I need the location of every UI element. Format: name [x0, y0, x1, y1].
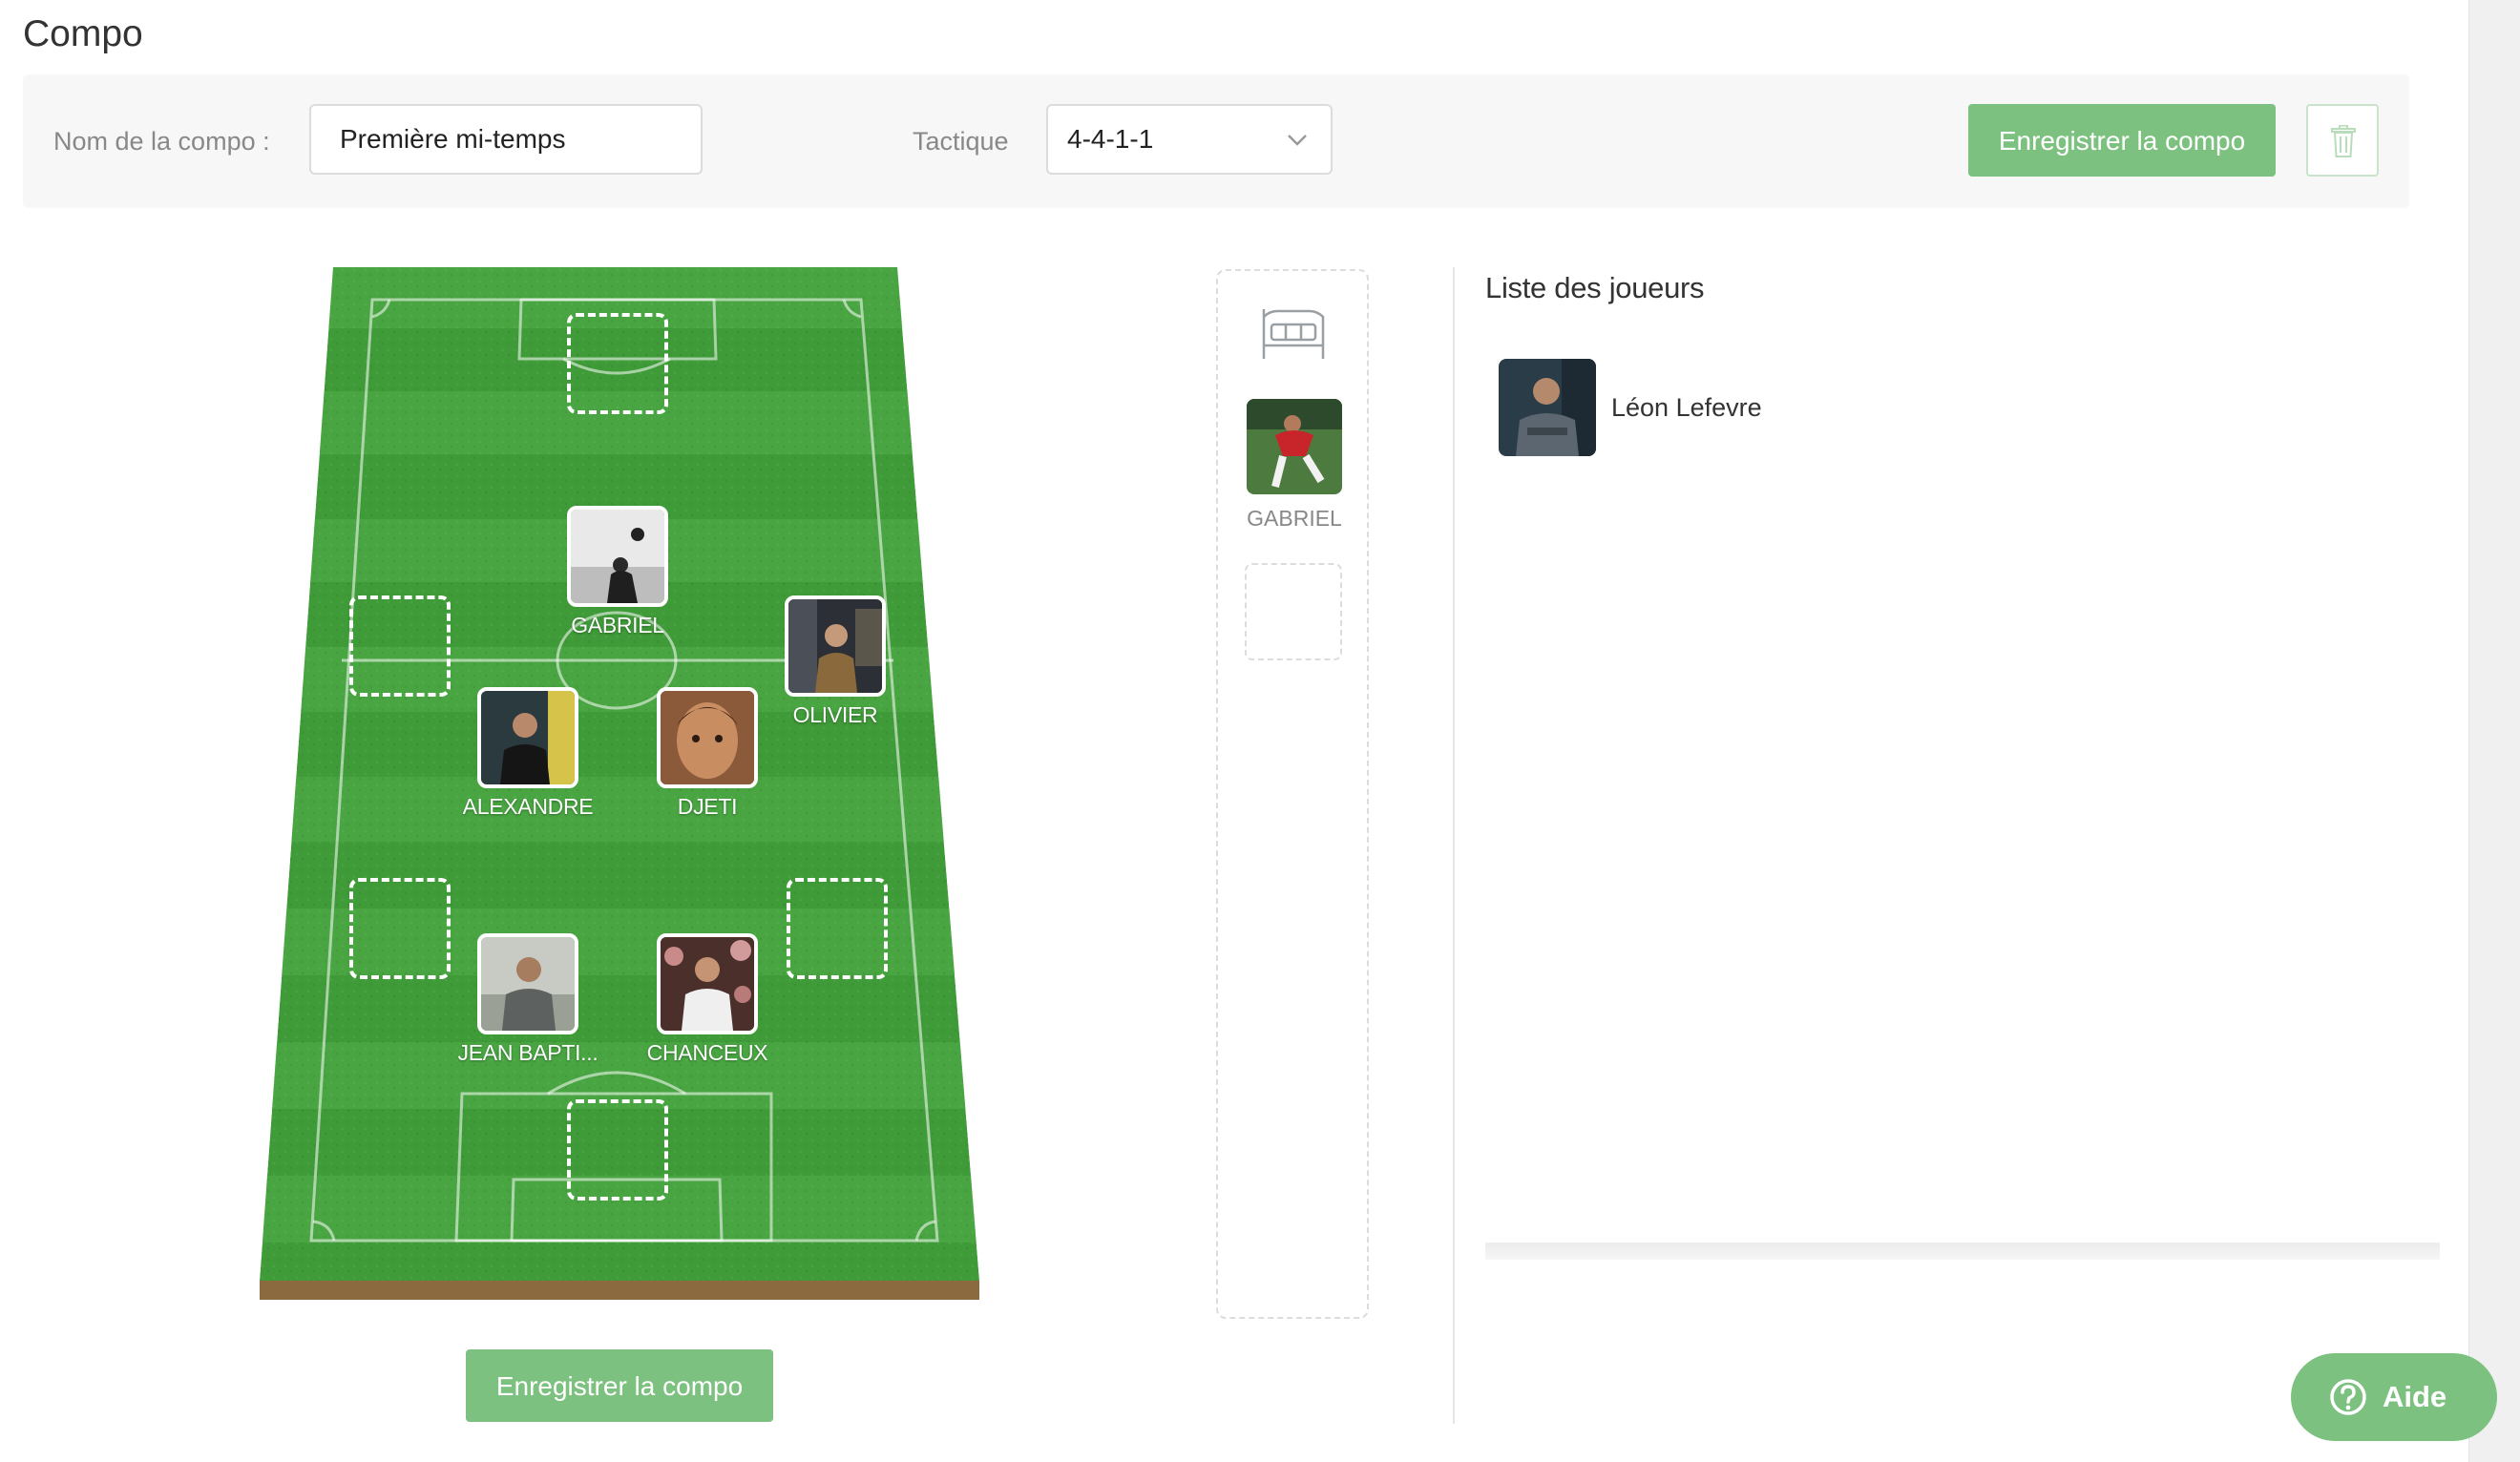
column-divider: [1453, 267, 1455, 1424]
save-composition-bottom-button[interactable]: Enregistrer la compo: [466, 1349, 773, 1422]
pitch-player-left-center-back[interactable]: JEAN BAPTI...: [437, 933, 619, 1066]
chevron-down-icon: [1288, 135, 1307, 146]
player-name: JEAN BAPTI...: [457, 1040, 598, 1065]
bed-icon: [1262, 309, 1325, 359]
player-photo: [785, 595, 886, 697]
page-scrollbar[interactable]: [2468, 0, 2520, 1462]
empty-slot-goalkeeper[interactable]: [567, 1099, 668, 1201]
player-list-scrollbar[interactable]: [1485, 1243, 2440, 1260]
tactic-label: Tactique: [913, 127, 1009, 156]
tactic-select[interactable]: 4-4-1-1: [1046, 104, 1333, 175]
pitch-player-right-center-back[interactable]: CHANCEUX: [617, 933, 798, 1066]
empty-slot-left-back[interactable]: [349, 878, 451, 979]
save-composition-button[interactable]: Enregistrer la compo: [1968, 104, 2276, 177]
tactic-selected-value: 4-4-1-1: [1067, 124, 1154, 154]
bench-player[interactable]: GABRIEL: [1245, 399, 1344, 532]
player-name: DJETI: [677, 794, 738, 819]
player-name: GABRIEL: [1247, 506, 1342, 531]
question-circle-icon: [2330, 1379, 2366, 1415]
help-button[interactable]: Aide: [2291, 1353, 2497, 1441]
pitch-player-right-center-midfield[interactable]: DJETI: [617, 687, 798, 820]
player-photo: [477, 933, 578, 1034]
player-list-title: Liste des joueurs: [1485, 271, 1705, 304]
player-list-name: Léon Lefevre: [1611, 393, 1762, 422]
pitch-player-left-center-midfield[interactable]: ALEXANDRE: [437, 687, 619, 820]
empty-slot-right-back[interactable]: [787, 878, 888, 979]
player-photo: [1499, 359, 1596, 456]
player-photo: [657, 933, 758, 1034]
empty-slot-striker[interactable]: [567, 313, 668, 414]
player-photo: [1247, 399, 1342, 494]
player-name: CHANCEUX: [646, 1040, 768, 1065]
player-photo: [567, 506, 668, 607]
help-label: Aide: [2383, 1380, 2447, 1413]
page-title: Compo: [23, 13, 143, 54]
composition-name-label: Nom de la compo :: [53, 127, 270, 156]
empty-bench-slot[interactable]: [1245, 563, 1342, 660]
player-name: GABRIEL: [571, 613, 664, 637]
trash-icon: [2331, 125, 2356, 157]
player-photo: [657, 687, 758, 788]
substitutes-bench: GABRIEL: [1216, 269, 1369, 1319]
pitch-player-second-striker[interactable]: GABRIEL: [527, 506, 708, 638]
player-list-item[interactable]: Léon Lefevre: [1499, 359, 1976, 456]
player-name: ALEXANDRE: [462, 794, 594, 819]
pitch: GABRIEL OLIVIER ALEXANDRE DJETI JEAN BAP…: [260, 267, 979, 1300]
player-photo: [477, 687, 578, 788]
composition-name-input[interactable]: [309, 104, 703, 175]
composition-toolbar: Nom de la compo : Tactique 4-4-1-1 Enreg…: [23, 74, 2409, 208]
delete-composition-button[interactable]: [2306, 104, 2379, 177]
empty-slot-left-midfield[interactable]: [349, 595, 451, 697]
